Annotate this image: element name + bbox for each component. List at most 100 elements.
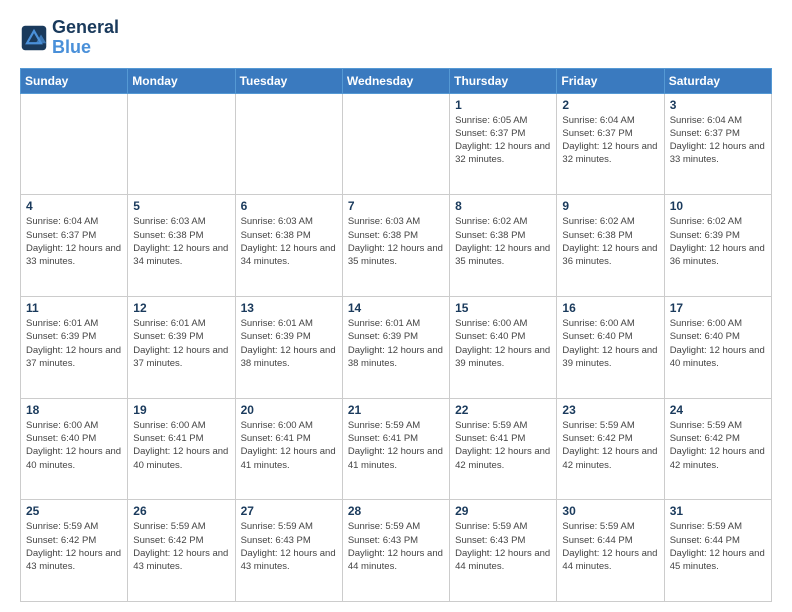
calendar-cell: 30 Sunrise: 5:59 AM Sunset: 6:44 PM Dayli… — [557, 500, 664, 602]
calendar-cell: 13 Sunrise: 6:01 AM Sunset: 6:39 PM Dayli… — [235, 296, 342, 398]
calendar-cell: 24Sunrise: 5:59 AM Sunset: 6:42 PM Dayli… — [664, 398, 771, 500]
day-number: 8 — [455, 199, 551, 213]
calendar-cell: 29 Sunrise: 5:59 AM Sunset: 6:43 PM Dayli… — [450, 500, 557, 602]
day-number: 23 — [562, 403, 658, 417]
day-number: 12 — [133, 301, 229, 315]
day-info: Sunrise: 6:00 AM Sunset: 6:40 PM Dayligh… — [670, 317, 766, 370]
day-number: 19 — [133, 403, 229, 417]
weekday-header-friday: Friday — [557, 68, 664, 93]
day-info: Sunrise: 6:05 AM Sunset: 6:37 PM Dayligh… — [455, 114, 551, 167]
day-number: 1 — [455, 98, 551, 112]
calendar-cell: 27Sunrise: 5:59 AM Sunset: 6:43 PM Dayli… — [235, 500, 342, 602]
day-number: 13 — [241, 301, 337, 315]
day-number: 31 — [670, 504, 766, 518]
day-info: Sunrise: 6:03 AM Sunset: 6:38 PM Dayligh… — [133, 215, 229, 268]
day-info: Sunrise: 6:04 AM Sunset: 6:37 PM Dayligh… — [562, 114, 658, 167]
day-info: Sunrise: 5:59 AM Sunset: 6:44 PM Dayligh… — [670, 520, 766, 573]
day-number: 7 — [348, 199, 444, 213]
day-info: Sunrise: 6:01 AM Sunset: 6:39 PM Dayligh… — [241, 317, 337, 370]
calendar-cell — [342, 93, 449, 195]
calendar-cell: 18Sunrise: 6:00 AM Sunset: 6:40 PM Dayli… — [21, 398, 128, 500]
weekday-header-sunday: Sunday — [21, 68, 128, 93]
calendar-cell: 11 Sunrise: 6:01 AM Sunset: 6:39 PM Dayli… — [21, 296, 128, 398]
calendar-cell: 15Sunrise: 6:00 AM Sunset: 6:40 PM Dayli… — [450, 296, 557, 398]
day-number: 18 — [26, 403, 122, 417]
weekday-header-saturday: Saturday — [664, 68, 771, 93]
day-info: Sunrise: 6:02 AM Sunset: 6:38 PM Dayligh… — [562, 215, 658, 268]
day-number: 9 — [562, 199, 658, 213]
calendar-cell: 25 Sunrise: 5:59 AM Sunset: 6:42 PM Dayli… — [21, 500, 128, 602]
calendar-cell — [21, 93, 128, 195]
calendar-cell: 12 Sunrise: 6:01 AM Sunset: 6:39 PM Dayli… — [128, 296, 235, 398]
day-number: 3 — [670, 98, 766, 112]
day-info: Sunrise: 5:59 AM Sunset: 6:42 PM Dayligh… — [670, 419, 766, 472]
calendar-cell: 22 Sunrise: 5:59 AM Sunset: 6:41 PM Dayli… — [450, 398, 557, 500]
day-number: 21 — [348, 403, 444, 417]
day-number: 20 — [241, 403, 337, 417]
day-info: Sunrise: 5:59 AM Sunset: 6:43 PM Dayligh… — [348, 520, 444, 573]
week-row-2: 4Sunrise: 6:04 AM Sunset: 6:37 PM Daylig… — [21, 195, 772, 297]
day-number: 22 — [455, 403, 551, 417]
calendar-cell: 5 Sunrise: 6:03 AM Sunset: 6:38 PM Daylig… — [128, 195, 235, 297]
day-info: Sunrise: 5:59 AM Sunset: 6:43 PM Dayligh… — [455, 520, 551, 573]
day-number: 2 — [562, 98, 658, 112]
day-number: 30 — [562, 504, 658, 518]
calendar-cell: 3 Sunrise: 6:04 AM Sunset: 6:37 PM Daylig… — [664, 93, 771, 195]
day-info: Sunrise: 6:01 AM Sunset: 6:39 PM Dayligh… — [26, 317, 122, 370]
day-info: Sunrise: 5:59 AM Sunset: 6:42 PM Dayligh… — [133, 520, 229, 573]
day-info: Sunrise: 5:59 AM Sunset: 6:41 PM Dayligh… — [348, 419, 444, 472]
day-number: 10 — [670, 199, 766, 213]
calendar-cell: 17 Sunrise: 6:00 AM Sunset: 6:40 PM Dayli… — [664, 296, 771, 398]
logo: General Blue — [20, 18, 119, 58]
calendar-cell — [128, 93, 235, 195]
day-info: Sunrise: 5:59 AM Sunset: 6:41 PM Dayligh… — [455, 419, 551, 472]
calendar-cell: 8 Sunrise: 6:02 AM Sunset: 6:38 PM Daylig… — [450, 195, 557, 297]
day-number: 4 — [26, 199, 122, 213]
day-number: 16 — [562, 301, 658, 315]
day-number: 6 — [241, 199, 337, 213]
calendar-cell: 20 Sunrise: 6:00 AM Sunset: 6:41 PM Dayli… — [235, 398, 342, 500]
weekday-header-row: SundayMondayTuesdayWednesdayThursdayFrid… — [21, 68, 772, 93]
day-number: 15 — [455, 301, 551, 315]
calendar-cell: 16 Sunrise: 6:00 AM Sunset: 6:40 PM Dayli… — [557, 296, 664, 398]
week-row-5: 25 Sunrise: 5:59 AM Sunset: 6:42 PM Dayli… — [21, 500, 772, 602]
day-info: Sunrise: 6:01 AM Sunset: 6:39 PM Dayligh… — [133, 317, 229, 370]
header: General Blue — [20, 18, 772, 58]
day-info: Sunrise: 6:02 AM Sunset: 6:38 PM Dayligh… — [455, 215, 551, 268]
day-number: 27 — [241, 504, 337, 518]
day-number: 29 — [455, 504, 551, 518]
day-info: Sunrise: 6:00 AM Sunset: 6:41 PM Dayligh… — [241, 419, 337, 472]
calendar-cell: 9 Sunrise: 6:02 AM Sunset: 6:38 PM Daylig… — [557, 195, 664, 297]
day-info: Sunrise: 6:04 AM Sunset: 6:37 PM Dayligh… — [670, 114, 766, 167]
week-row-3: 11 Sunrise: 6:01 AM Sunset: 6:39 PM Dayli… — [21, 296, 772, 398]
day-info: Sunrise: 6:01 AM Sunset: 6:39 PM Dayligh… — [348, 317, 444, 370]
day-number: 14 — [348, 301, 444, 315]
day-info: Sunrise: 6:03 AM Sunset: 6:38 PM Dayligh… — [241, 215, 337, 268]
day-info: Sunrise: 5:59 AM Sunset: 6:42 PM Dayligh… — [26, 520, 122, 573]
calendar-cell: 28 Sunrise: 5:59 AM Sunset: 6:43 PM Dayli… — [342, 500, 449, 602]
day-number: 17 — [670, 301, 766, 315]
page: General Blue SundayMondayTuesdayWednesda… — [0, 0, 792, 612]
calendar-cell: 2 Sunrise: 6:04 AM Sunset: 6:37 PM Daylig… — [557, 93, 664, 195]
day-info: Sunrise: 6:00 AM Sunset: 6:41 PM Dayligh… — [133, 419, 229, 472]
calendar-cell: 1 Sunrise: 6:05 AM Sunset: 6:37 PM Daylig… — [450, 93, 557, 195]
week-row-4: 18Sunrise: 6:00 AM Sunset: 6:40 PM Dayli… — [21, 398, 772, 500]
day-number: 11 — [26, 301, 122, 315]
logo-icon — [20, 24, 48, 52]
calendar-cell — [235, 93, 342, 195]
day-number: 25 — [26, 504, 122, 518]
logo-text: General Blue — [52, 18, 119, 58]
day-number: 26 — [133, 504, 229, 518]
calendar-cell: 31 Sunrise: 5:59 AM Sunset: 6:44 PM Dayli… — [664, 500, 771, 602]
calendar-cell: 21 Sunrise: 5:59 AM Sunset: 6:41 PM Dayli… — [342, 398, 449, 500]
week-row-1: 1 Sunrise: 6:05 AM Sunset: 6:37 PM Daylig… — [21, 93, 772, 195]
day-number: 5 — [133, 199, 229, 213]
day-info: Sunrise: 6:00 AM Sunset: 6:40 PM Dayligh… — [562, 317, 658, 370]
calendar-cell: 6 Sunrise: 6:03 AM Sunset: 6:38 PM Daylig… — [235, 195, 342, 297]
calendar-cell: 4Sunrise: 6:04 AM Sunset: 6:37 PM Daylig… — [21, 195, 128, 297]
calendar-table: SundayMondayTuesdayWednesdayThursdayFrid… — [20, 68, 772, 602]
day-number: 28 — [348, 504, 444, 518]
calendar-cell: 14 Sunrise: 6:01 AM Sunset: 6:39 PM Dayli… — [342, 296, 449, 398]
day-info: Sunrise: 5:59 AM Sunset: 6:44 PM Dayligh… — [562, 520, 658, 573]
calendar-cell: 26 Sunrise: 5:59 AM Sunset: 6:42 PM Dayli… — [128, 500, 235, 602]
